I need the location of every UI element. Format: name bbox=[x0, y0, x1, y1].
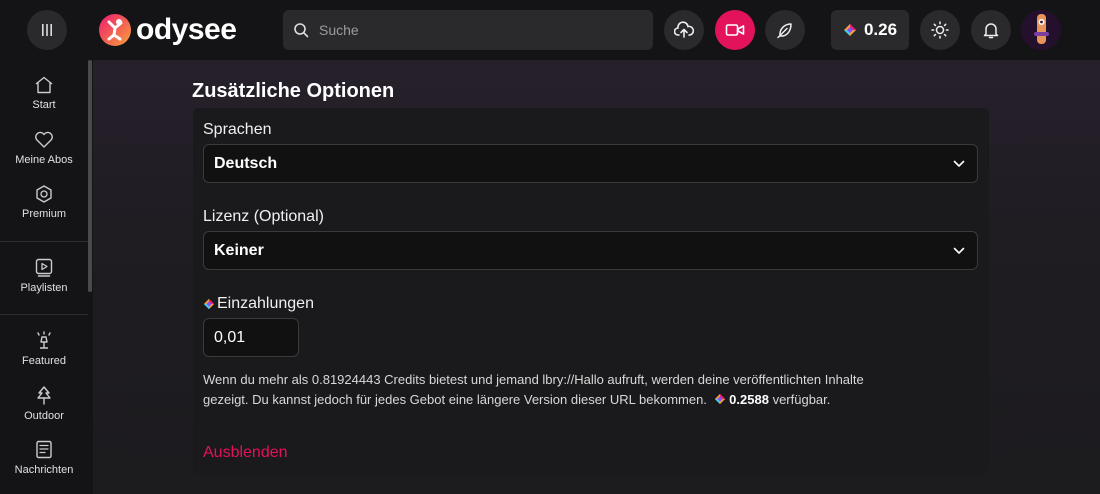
credits-balance-button[interactable]: 0.26 bbox=[831, 10, 909, 50]
license-label: Lizenz (Optional) bbox=[203, 208, 324, 225]
theme-toggle-button[interactable] bbox=[920, 10, 960, 50]
language-select[interactable]: Deutsch bbox=[203, 144, 978, 183]
search-input[interactable] bbox=[319, 22, 619, 38]
post-button[interactable] bbox=[765, 10, 805, 50]
sidebar-item-nachrichten[interactable]: Nachrichten bbox=[0, 440, 88, 476]
go-live-button[interactable] bbox=[715, 10, 755, 50]
odysee-logo[interactable]: odysee bbox=[98, 12, 237, 48]
chevron-down-icon bbox=[953, 160, 965, 167]
heart-icon bbox=[35, 131, 53, 148]
license-select[interactable]: Keiner bbox=[203, 231, 978, 270]
sidebar-item-label: Featured bbox=[21, 355, 67, 367]
video-camera-icon bbox=[725, 24, 745, 36]
help-line-1: Wenn du mehr als 0.81924443 Credits biet… bbox=[203, 372, 864, 387]
search-icon bbox=[294, 23, 309, 38]
playlist-icon bbox=[35, 258, 53, 277]
notifications-button[interactable] bbox=[971, 10, 1011, 50]
chevron-down-icon bbox=[953, 247, 965, 254]
deposit-label: Einzahlungen bbox=[203, 295, 314, 313]
home-icon bbox=[35, 76, 53, 94]
premium-icon bbox=[36, 185, 52, 203]
sidebar-item-label: Outdoor bbox=[24, 410, 64, 422]
sidebar-divider bbox=[0, 241, 88, 242]
available-suffix: verfügbar. bbox=[772, 392, 831, 407]
sidebar-item-playlisten[interactable]: Playlisten bbox=[0, 258, 88, 294]
language-value: Deutsch bbox=[214, 154, 278, 172]
lbc-credits-icon bbox=[843, 24, 856, 36]
sidebar-divider bbox=[0, 314, 88, 315]
hide-options-link[interactable]: Ausblenden bbox=[203, 444, 288, 462]
sidebar-item-featured[interactable]: Featured bbox=[0, 331, 88, 367]
lbc-credits-icon bbox=[714, 393, 725, 405]
cloud-upload-icon bbox=[674, 21, 694, 38]
news-icon bbox=[36, 440, 52, 459]
sidebar-item-label: Start bbox=[32, 99, 56, 111]
avatar-image bbox=[1021, 10, 1061, 50]
sidebar-item-premium[interactable]: Premium bbox=[0, 185, 88, 220]
credits-amount: 0.26 bbox=[863, 20, 898, 39]
sidebar-item-label: Playlisten bbox=[20, 282, 68, 294]
deposit-label-text: Einzahlungen bbox=[217, 295, 314, 312]
logo-text: odysee bbox=[136, 13, 237, 46]
sidebar-item-meine-abos[interactable]: Meine Abos bbox=[0, 131, 88, 166]
sun-icon bbox=[931, 21, 949, 39]
top-header: odysee 0.26 bbox=[0, 0, 1100, 60]
deposit-help-text: Wenn du mehr als 0.81924443 Credits biet… bbox=[203, 370, 973, 410]
feather-icon bbox=[777, 23, 792, 39]
license-value: Keiner bbox=[214, 241, 264, 259]
lbc-credits-icon bbox=[203, 298, 215, 310]
upload-button[interactable] bbox=[664, 10, 704, 50]
search-bar[interactable] bbox=[283, 10, 653, 50]
help-line-2: gezeigt. Du kannst jedoch für jedes Gebo… bbox=[203, 392, 707, 407]
hamburger-icon bbox=[42, 24, 52, 36]
section-title: Zusätzliche Optionen bbox=[192, 80, 395, 102]
sidebar-item-outdoor[interactable]: Outdoor bbox=[0, 386, 88, 422]
sidebar-item-label: Premium bbox=[21, 208, 66, 220]
sidebar-item-label: Meine Abos bbox=[15, 154, 73, 166]
sidebar-item-start[interactable]: Start bbox=[0, 76, 88, 111]
tree-icon bbox=[37, 386, 51, 405]
avatar[interactable] bbox=[1021, 10, 1061, 50]
deposit-input[interactable] bbox=[203, 318, 299, 357]
featured-icon bbox=[37, 331, 51, 349]
language-label: Sprachen bbox=[203, 121, 272, 138]
available-amount: 0.2588 bbox=[729, 392, 769, 407]
bell-icon bbox=[983, 23, 999, 39]
odysee-logo-icon bbox=[99, 14, 131, 46]
menu-button[interactable] bbox=[27, 10, 67, 50]
sidebar-item-label: Nachrichten bbox=[14, 464, 74, 476]
sidebar-scrollbar[interactable] bbox=[88, 60, 92, 292]
